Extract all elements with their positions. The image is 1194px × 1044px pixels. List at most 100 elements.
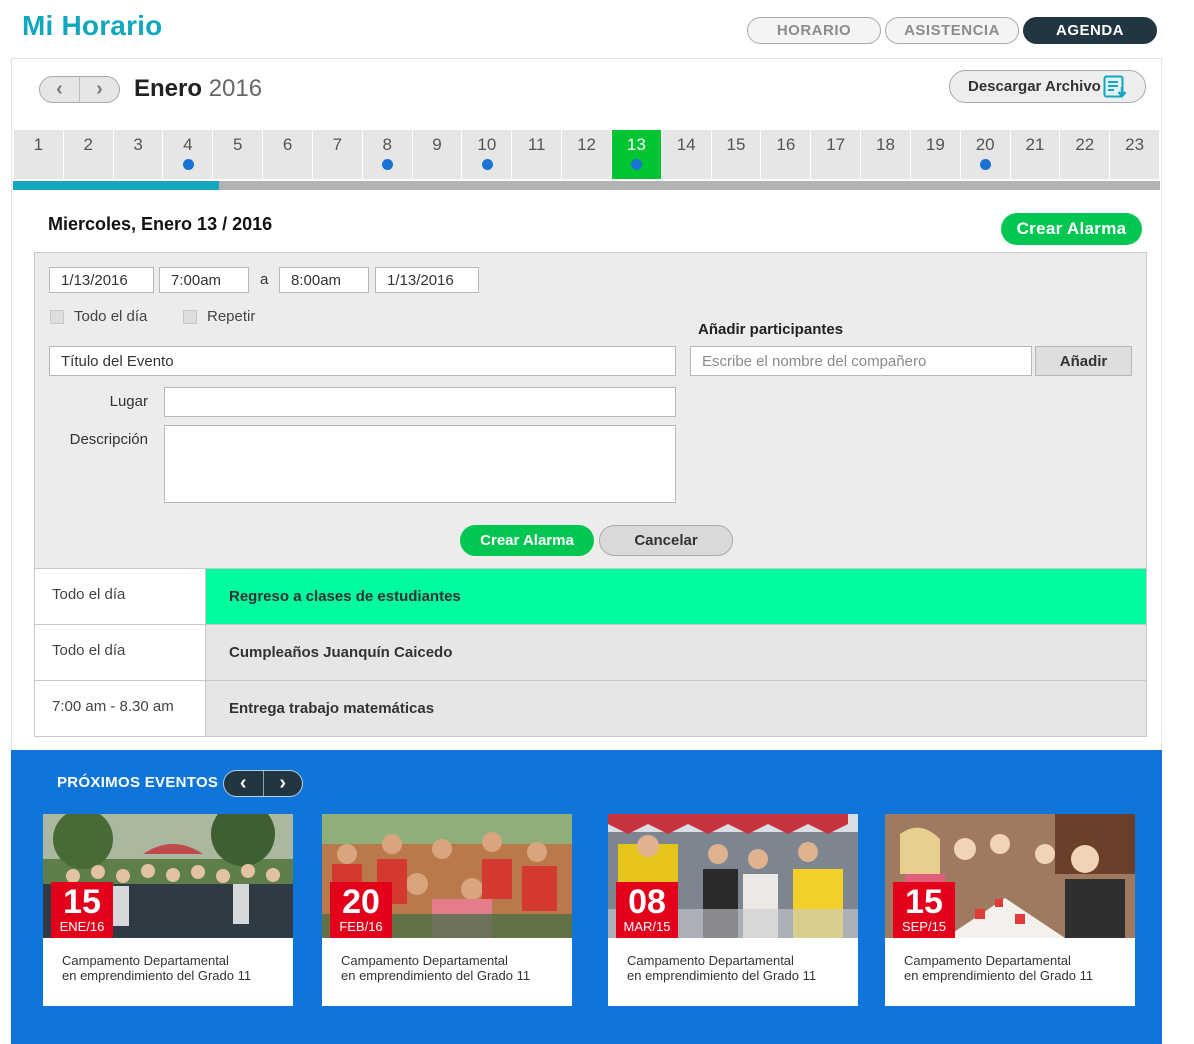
event-day: 08 (628, 883, 666, 921)
day-cell-20[interactable]: 20 (961, 130, 1011, 179)
day-number: 22 (1075, 135, 1095, 154)
day-number: 19 (925, 135, 945, 154)
add-participant-button[interactable]: Añadir (1035, 346, 1132, 376)
calendar-panel: ‹ › Enero 2016 Descargar Archivo 1234567… (11, 58, 1162, 750)
day-cell-15[interactable]: 15 (712, 130, 762, 179)
day-cell-5[interactable]: 5 (213, 130, 264, 179)
tab-asistencia[interactable]: ASISTENCIA (885, 17, 1019, 44)
event-date-badge: 15 SEP/15 (893, 882, 955, 938)
day-cell-16[interactable]: 16 (761, 130, 812, 179)
event-row[interactable]: Todo el día Regreso a clases de estudian… (34, 569, 1147, 625)
top-navigation: HORARIO ASISTENCIA AGENDA (747, 17, 1157, 44)
selected-date-heading: Miercoles, Enero 13 / 2016 (48, 214, 273, 234)
event-card[interactable]: 20 FEB/16 Campamento Departamental en em… (322, 814, 572, 1006)
event-row[interactable]: 7:00 am - 8.30 am Entrega trabajo matemá… (34, 681, 1147, 737)
event-title-input[interactable]: Título del Evento (49, 346, 676, 376)
event-description-line: en emprendimiento del Grado 11 (904, 968, 1094, 983)
chevron-left-icon: ‹ (56, 78, 63, 100)
day-number: 5 (232, 135, 243, 154)
event-indicator-dot (481, 159, 493, 170)
end-date-input[interactable]: 1/13/2016 (375, 267, 479, 293)
tab-agenda[interactable]: AGENDA (1023, 17, 1157, 44)
day-cell-4[interactable]: 4 (163, 130, 214, 179)
download-document-icon (1103, 75, 1129, 103)
day-number: 4 (183, 135, 193, 154)
upcoming-events-title: PRÓXIMOS EVENTOS (57, 774, 219, 791)
day-cell-14[interactable]: 14 (662, 130, 712, 179)
day-cell-12[interactable]: 12 (562, 130, 612, 179)
event-date-badge: 20 FEB/16 (330, 882, 392, 938)
prev-events-button[interactable]: ‹ (224, 771, 263, 796)
day-cell-21[interactable]: 21 (1011, 130, 1061, 179)
next-events-button[interactable]: › (262, 771, 303, 796)
event-card[interactable]: 08 MAR/15 Campamento Departamental en em… (608, 814, 858, 1006)
day-cell-23[interactable]: 23 (1110, 130, 1161, 179)
day-number: 7 (332, 135, 343, 154)
app-title: Mi Horario (22, 10, 163, 41)
day-cell-3[interactable]: 3 (114, 130, 164, 179)
day-cell-18[interactable]: 18 (861, 130, 911, 179)
event-card[interactable]: 15 SEP/15 Campamento Departamental en em… (885, 814, 1135, 1006)
description-textarea[interactable] (164, 425, 676, 503)
day-cell-2[interactable]: 2 (64, 130, 114, 179)
day-cell-11[interactable]: 11 (512, 130, 563, 179)
event-day: 15 (63, 883, 101, 921)
repeat-checkbox[interactable]: Repetir (183, 308, 255, 325)
event-description-line: Campamento Departamental (341, 953, 508, 968)
chevron-left-icon: ‹ (239, 772, 247, 794)
day-number: 11 (527, 135, 546, 154)
event-row[interactable]: Todo el día Cumpleaños Juanquín Caicedo (34, 625, 1147, 681)
next-month-button[interactable]: › (79, 77, 119, 102)
day-cell-6[interactable]: 6 (263, 130, 313, 179)
day-cell-1[interactable]: 1 (14, 130, 64, 179)
day-cell-17[interactable]: 17 (811, 130, 862, 179)
day-number: 15 (726, 135, 746, 154)
month-progress-bar (13, 181, 1160, 190)
month-label: Enero 2016 (134, 75, 262, 103)
description-label: Descripción (69, 431, 148, 448)
event-indicator-dot (182, 159, 194, 170)
event-time: Todo el día (35, 625, 206, 680)
event-month: ENE/16 (59, 919, 105, 934)
checkbox-box (183, 309, 197, 324)
end-time-input[interactable]: 8:00am (279, 267, 369, 293)
prev-month-button[interactable]: ‹ (40, 77, 79, 102)
day-cell-22[interactable]: 22 (1060, 130, 1111, 179)
day-cell-10[interactable]: 10 (462, 130, 513, 179)
day-cell-8[interactable]: 8 (363, 130, 413, 179)
day-cell-7[interactable]: 7 (313, 130, 363, 179)
event-month: FEB/16 (339, 919, 383, 934)
month-navigation: ‹ › (39, 76, 120, 103)
create-alarm-button[interactable]: Crear Alarma (1001, 213, 1142, 245)
event-title: Cumpleaños Juanquín Caicedo (206, 625, 1146, 680)
event-date-badge: 08 MAR/15 (616, 882, 678, 938)
form-cancel-button[interactable]: Cancelar (599, 525, 733, 556)
day-number: 6 (282, 135, 293, 154)
start-date-input[interactable]: 1/13/2016 (49, 267, 154, 293)
day-number: 1 (33, 135, 44, 154)
chevron-right-icon: › (279, 772, 287, 794)
place-input[interactable] (164, 387, 676, 417)
download-file-button[interactable]: Descargar Archivo (949, 70, 1146, 103)
event-day: 15 (905, 883, 943, 921)
participant-search-input[interactable]: Escribe el nombre del compañero (690, 346, 1032, 376)
day-cell-19[interactable]: 19 (911, 130, 961, 179)
event-time: 7:00 am - 8.30 am (35, 681, 206, 736)
event-description-line: Campamento Departamental (62, 953, 229, 968)
day-number: 10 (477, 135, 497, 154)
event-description-line: en emprendimiento del Grado 11 (341, 968, 531, 983)
all-day-checkbox[interactable]: Todo el día (50, 308, 147, 325)
form-create-alarm-button[interactable]: Crear Alarma (460, 525, 594, 556)
all-day-label: Todo el día (74, 308, 148, 325)
start-time-input[interactable]: 7:00am (159, 267, 249, 293)
day-number: 16 (776, 135, 796, 154)
tab-horario[interactable]: HORARIO (747, 17, 881, 44)
day-number: 3 (133, 135, 143, 154)
download-label: Descargar Archivo (968, 78, 1101, 95)
event-time: Todo el día (35, 569, 206, 624)
day-number: 17 (826, 135, 846, 154)
day-cell-13[interactable]: 13 (611, 130, 662, 179)
day-cell-9[interactable]: 9 (413, 130, 463, 179)
month-year: 2016 (208, 75, 263, 102)
event-card[interactable]: 15 ENE/16 Campamento Departamental en em… (43, 814, 293, 1006)
